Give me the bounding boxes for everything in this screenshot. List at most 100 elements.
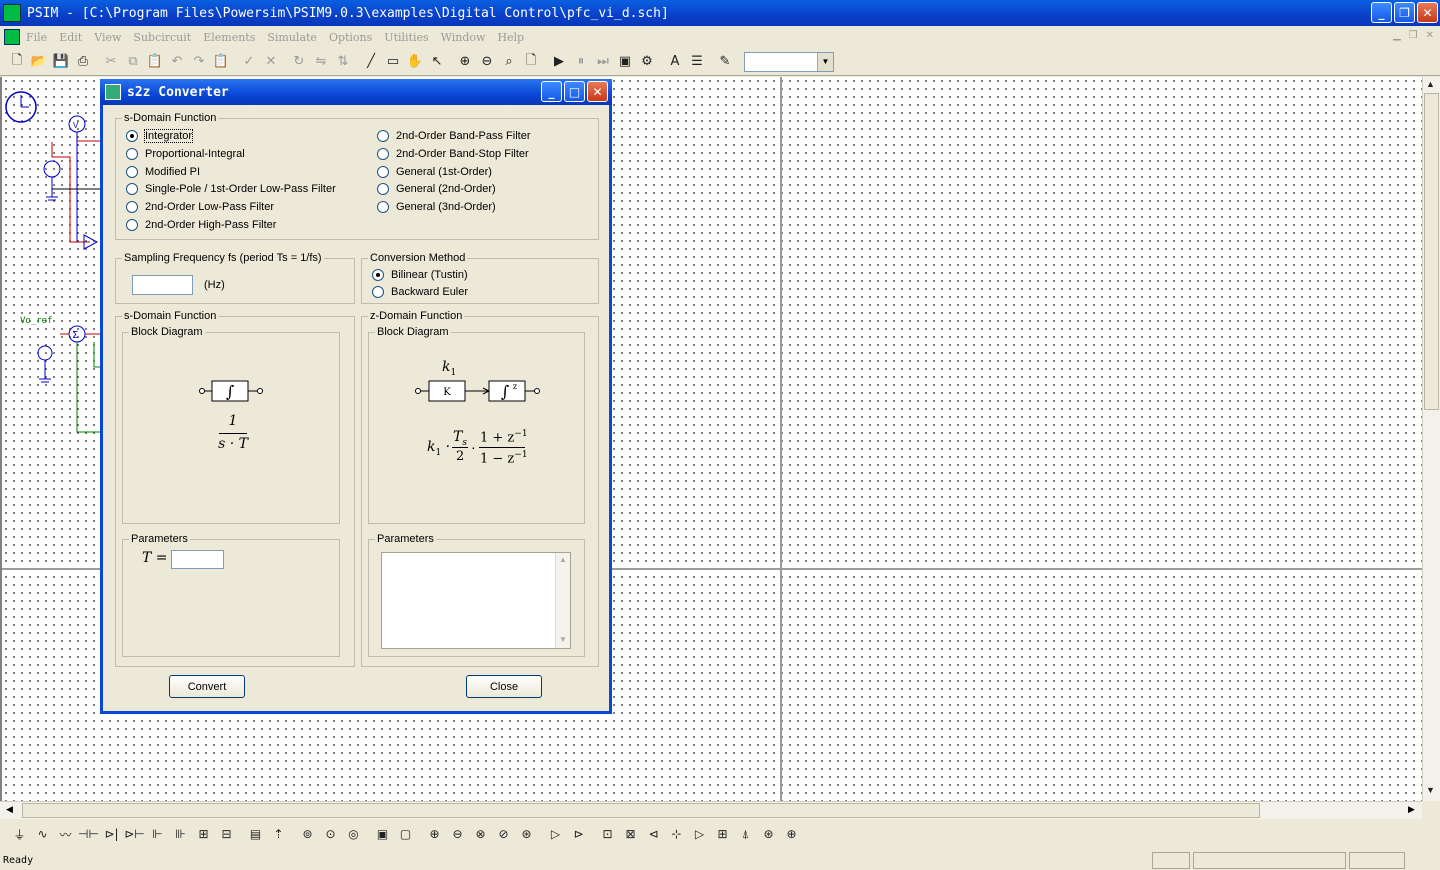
vertical-scroll-thumb[interactable] bbox=[1424, 93, 1439, 410]
menu-utilities[interactable]: Utilities bbox=[384, 31, 428, 44]
triangle-source-icon[interactable]: ⊛ bbox=[515, 823, 538, 845]
menu-window[interactable]: Window bbox=[441, 31, 486, 44]
radio-icon[interactable] bbox=[377, 183, 389, 195]
scope-element-icon[interactable]: ▣ bbox=[371, 823, 394, 845]
edit-element-icon[interactable]: ✎ bbox=[714, 51, 736, 73]
rotate-icon[interactable]: ↻ bbox=[288, 51, 310, 73]
param-T-input[interactable] bbox=[171, 550, 224, 569]
mdi-close-icon[interactable]: ✕ bbox=[1426, 30, 1434, 41]
select-arrow-icon[interactable]: ↖ bbox=[426, 51, 448, 73]
amplifier-block-icon[interactable]: ▷ bbox=[688, 823, 711, 845]
radio-icon[interactable] bbox=[126, 130, 138, 142]
simview-icon[interactable]: ▣ bbox=[614, 51, 636, 73]
open-folder-icon[interactable]: 📂 bbox=[28, 51, 50, 73]
menu-options[interactable]: Options bbox=[329, 31, 372, 44]
copy-icon[interactable]: ⧉ bbox=[122, 51, 144, 73]
logic-block-icon[interactable]: ⊛ bbox=[757, 823, 780, 845]
radio-icon[interactable] bbox=[377, 201, 389, 213]
voltage-probe-element-icon[interactable]: ⊚ bbox=[296, 823, 319, 845]
diode-element-icon[interactable]: ⊳| bbox=[100, 823, 123, 845]
ground-element-icon[interactable]: ⏚ bbox=[8, 823, 31, 845]
method-option-backward-euler[interactable]: Backward Euler bbox=[372, 286, 468, 298]
dialog-titlebar[interactable]: s2z Converter _ □ ✕ bbox=[100, 79, 612, 105]
dc-source-icon[interactable]: ⊕ bbox=[423, 823, 446, 845]
x-icon[interactable]: ✕ bbox=[260, 51, 282, 73]
radio-icon[interactable] bbox=[126, 183, 138, 195]
scroll-down-icon[interactable]: ▼ bbox=[559, 635, 567, 644]
function-option-general-1st[interactable]: General (1st-Order) bbox=[377, 166, 492, 178]
dialog-minimize-button[interactable]: _ bbox=[541, 81, 562, 102]
radio-icon[interactable] bbox=[126, 166, 138, 178]
menu-file[interactable]: File bbox=[26, 31, 47, 44]
step-source-icon[interactable]: ⊗ bbox=[469, 823, 492, 845]
pause-icon[interactable]: ⏸ bbox=[570, 51, 592, 73]
function-option-general-3nd[interactable]: General (3nd-Order) bbox=[377, 201, 496, 213]
restore-button[interactable]: ❐ bbox=[1394, 2, 1415, 23]
igbt-element-icon[interactable]: ⊪ bbox=[169, 823, 192, 845]
menu-edit[interactable]: Edit bbox=[59, 31, 82, 44]
radio-icon[interactable] bbox=[372, 269, 384, 281]
flip-tb-icon[interactable]: ⇅ bbox=[332, 51, 354, 73]
scroll-right-icon[interactable]: ▶ bbox=[1408, 804, 1415, 815]
function-option-integrator[interactable]: Integrator bbox=[126, 129, 194, 143]
function-option-pi[interactable]: Proportional-Integral bbox=[126, 148, 245, 160]
pin-icon[interactable]: ⍋ bbox=[734, 823, 757, 845]
element-list-icon[interactable]: ☰ bbox=[686, 51, 708, 73]
radio-icon[interactable] bbox=[377, 148, 389, 160]
label-icon[interactable]: ▭ bbox=[382, 51, 404, 73]
function-option-2nd-bandpass[interactable]: 2nd-Order Band-Pass Filter bbox=[377, 130, 531, 142]
coil-element-icon[interactable]: 〰 bbox=[54, 823, 77, 845]
function-option-general-2nd[interactable]: General (2nd-Order) bbox=[377, 183, 496, 195]
clipboard-icon[interactable]: 📋 bbox=[210, 51, 232, 73]
chevron-down-icon[interactable]: ▼ bbox=[817, 52, 833, 71]
current-probe-element-icon[interactable]: ⊙ bbox=[319, 823, 342, 845]
step-icon[interactable]: ⏭ bbox=[592, 51, 614, 73]
minimize-button[interactable]: _ bbox=[1371, 2, 1392, 23]
run-simulation-icon[interactable]: ▶ bbox=[548, 51, 570, 73]
opamp-icon[interactable]: ⊳ bbox=[567, 823, 590, 845]
mdi-minimize-icon[interactable]: ▁ bbox=[1393, 30, 1401, 41]
radio-icon[interactable] bbox=[377, 130, 389, 142]
radio-icon[interactable] bbox=[126, 201, 138, 213]
menu-elements[interactable]: Elements bbox=[203, 31, 255, 44]
method-option-bilinear[interactable]: Bilinear (Tustin) bbox=[372, 269, 468, 281]
z-params-scrollbar[interactable]: ▲ ▼ bbox=[555, 553, 570, 648]
menu-help[interactable]: Help bbox=[497, 31, 524, 44]
limiter-icon[interactable]: ⊠ bbox=[619, 823, 642, 845]
horizontal-scroll-thumb[interactable] bbox=[22, 803, 1260, 818]
current-source-icon[interactable]: ⇡ bbox=[267, 823, 290, 845]
close-window-button[interactable]: ✕ bbox=[1417, 2, 1438, 23]
new-file-icon[interactable]: 🗋 bbox=[6, 51, 28, 73]
square-source-icon[interactable]: ⊘ bbox=[492, 823, 515, 845]
multiplier-block-icon[interactable]: ⊞ bbox=[711, 823, 734, 845]
radio-icon[interactable] bbox=[126, 148, 138, 160]
zoom-fit-icon[interactable]: ⌕ bbox=[498, 51, 520, 73]
check-icon[interactable]: ✓ bbox=[238, 51, 260, 73]
function-option-2nd-bandstop[interactable]: 2nd-Order Band-Stop Filter bbox=[377, 148, 529, 160]
dialog-maximize-button[interactable]: □ bbox=[564, 81, 585, 102]
save-icon[interactable]: 💾 bbox=[50, 51, 72, 73]
comparator-icon[interactable]: ▷ bbox=[544, 823, 567, 845]
toolbar-combo[interactable]: ▼ bbox=[744, 51, 834, 72]
switch-element-icon[interactable]: ⊞ bbox=[192, 823, 215, 845]
subcircuit-block-icon[interactable]: ⊕ bbox=[780, 823, 803, 845]
gain-block-icon[interactable]: ⊲ bbox=[642, 823, 665, 845]
scroll-down-icon[interactable]: ▼ bbox=[1426, 785, 1435, 795]
scroll-left-icon[interactable]: ◀ bbox=[6, 804, 13, 815]
function-option-2nd-lowpass[interactable]: 2nd-Order Low-Pass Filter bbox=[126, 201, 274, 213]
menu-subcircuit[interactable]: Subcircuit bbox=[133, 31, 191, 44]
ac-probe-element-icon[interactable]: ◎ bbox=[342, 823, 365, 845]
transfer-function-icon[interactable]: ⊡ bbox=[596, 823, 619, 845]
sampling-frequency-input[interactable] bbox=[132, 275, 193, 295]
convert-button[interactable]: Convert bbox=[169, 675, 245, 698]
scroll-up-icon[interactable]: ▲ bbox=[559, 555, 567, 564]
mdi-restore-icon[interactable]: ❐ bbox=[1409, 30, 1418, 41]
vertical-scrollbar[interactable]: ▲ ▼ bbox=[1422, 77, 1440, 801]
radio-icon[interactable] bbox=[126, 219, 138, 231]
document-icon[interactable] bbox=[4, 29, 20, 45]
zoom-out-icon[interactable]: ⊖ bbox=[476, 51, 498, 73]
cut-icon[interactable]: ✂ bbox=[100, 51, 122, 73]
radio-icon[interactable] bbox=[372, 286, 384, 298]
thyristor-element-icon[interactable]: ⊳⊢ bbox=[123, 823, 146, 845]
meter-element-icon[interactable]: ▤ bbox=[244, 823, 267, 845]
